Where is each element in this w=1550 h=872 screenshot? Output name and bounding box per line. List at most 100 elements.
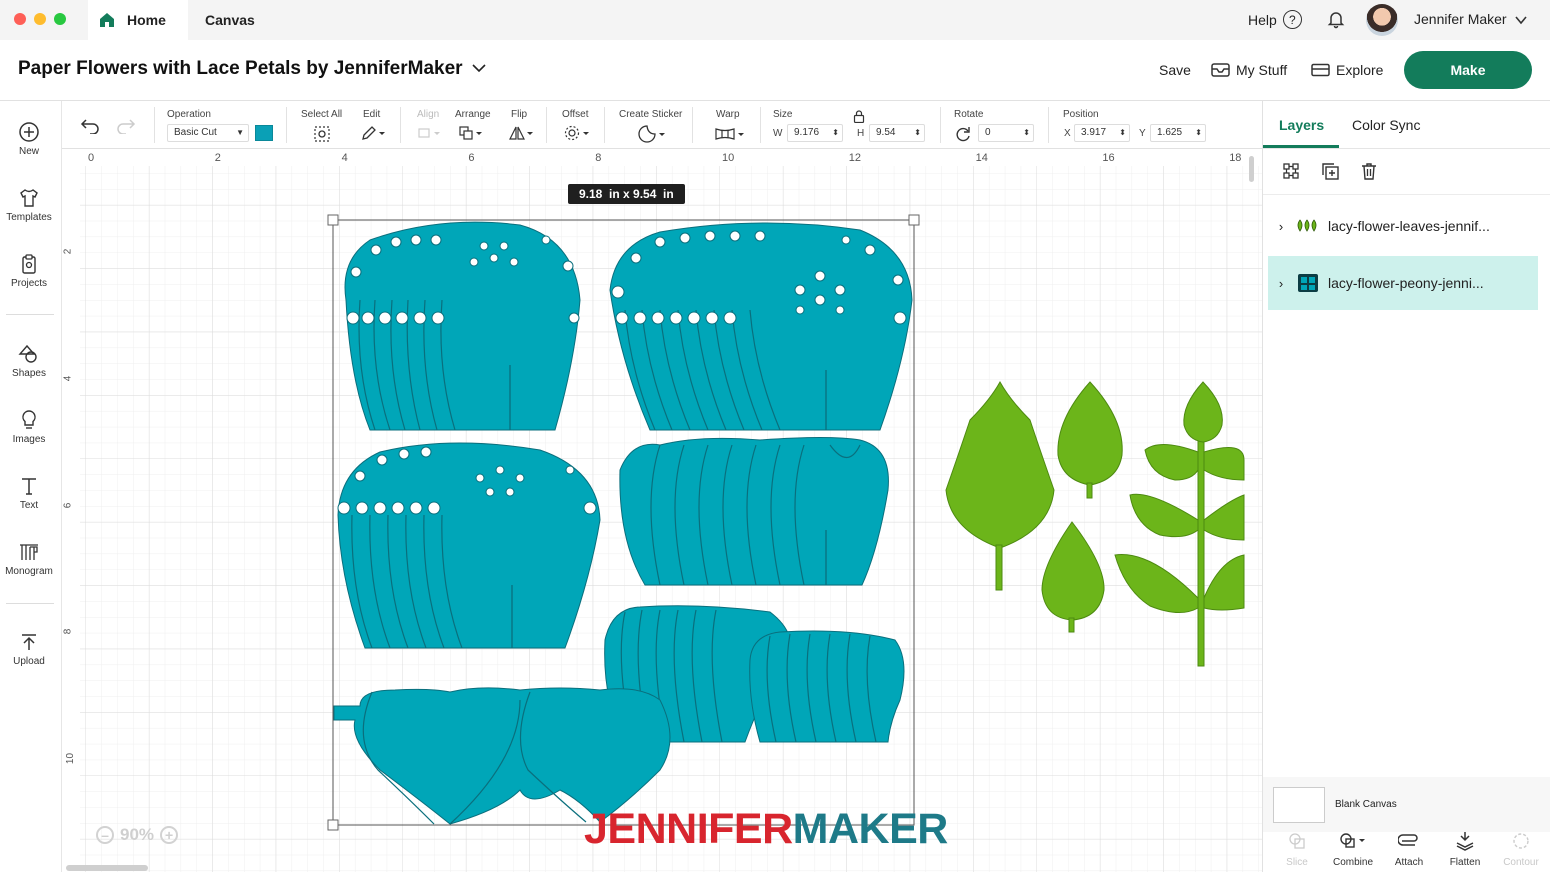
attach-button[interactable]: Attach [1381,829,1437,868]
plus-circle-icon [19,122,39,142]
chevron-right-icon[interactable]: › [1268,276,1294,291]
chevron-right-icon[interactable]: › [1268,219,1294,234]
position-label: Position [1063,109,1099,120]
bell-icon[interactable] [1326,9,1346,29]
leaf-group[interactable] [945,380,1245,667]
blank-canvas-swatch[interactable] [1273,787,1325,823]
width-input[interactable]: 9.176 ⬍ [787,124,843,142]
stepper-icon[interactable]: ⬍ [914,125,921,141]
shapes-icon [18,344,37,363]
height-input[interactable]: 9.54 ⬍ [869,124,925,142]
save-button[interactable]: Save [1159,62,1191,78]
y-label: Y [1139,128,1146,139]
explore-button[interactable]: Explore [1311,62,1383,78]
jennifermaker-watermark: JENNIFERMAKER [584,808,948,851]
upload-button[interactable]: Upload [0,631,58,667]
horizontal-scrollbar[interactable] [66,865,148,871]
flatten-button[interactable]: Flatten [1437,829,1493,868]
layer-name: lacy-flower-peony-jenni... [1328,275,1484,291]
shapes-label: Shapes [12,368,46,379]
width-label: W [773,128,783,139]
home-icon [100,13,114,27]
help-button[interactable]: Help ? [1248,10,1302,29]
templates-button[interactable]: Templates [0,187,58,223]
projects-button[interactable]: Projects [0,253,58,289]
images-button[interactable]: Images [0,409,58,445]
shapes-button[interactable]: Shapes [0,343,58,379]
contour-label: Contour [1503,857,1539,868]
stepper-icon[interactable]: ⬍ [832,125,839,141]
contour-button[interactable]: Contour [1493,829,1549,868]
maximize-window-button[interactable] [54,13,66,25]
lace-petal-group[interactable] [344,221,581,431]
divider [692,107,693,143]
flatten-label: Flatten [1449,857,1481,868]
new-button[interactable]: New [0,121,58,157]
stepper-icon[interactable]: ⬍ [1119,125,1126,141]
petal-group[interactable] [619,437,889,586]
make-button[interactable]: Make [1404,51,1532,89]
attach-label: Attach [1394,857,1424,868]
title-bar: Home Canvas Help ? Jennifer Maker [0,0,1550,40]
operation-color-swatch[interactable] [255,125,273,141]
vertical-scrollbar[interactable] [1249,156,1254,182]
stepper-icon[interactable]: ⬍ [1023,125,1030,141]
monogram-button[interactable]: Monogram [0,541,58,577]
projects-label: Projects [10,278,48,289]
minimize-window-button[interactable] [34,13,46,25]
flip-icon[interactable] [508,125,534,141]
text-label: Text [19,500,39,511]
zoom-out-icon[interactable]: – [96,826,114,844]
divider [604,107,605,143]
combine-button[interactable]: Combine [1325,829,1381,868]
my-stuff-button[interactable]: My Stuff [1211,62,1287,78]
x-input[interactable]: 3.917 ⬍ [1074,124,1130,142]
avatar[interactable] [1366,4,1398,36]
flatten-icon [1456,832,1474,851]
lock-icon[interactable] [853,110,865,123]
heart-petal-group[interactable] [333,687,671,825]
tab-layers[interactable]: Layers [1279,117,1324,133]
layer-row-selected[interactable]: › lacy-flower-peony-jenni... [1268,256,1538,310]
zoom-level: 90% [120,825,155,844]
select-all-icon[interactable] [313,125,331,143]
watermark-left: JENNIFER [584,805,793,853]
flip-label: Flip [511,109,528,120]
x-label: X [1064,128,1071,139]
layer-row[interactable]: › lacy-flower-leaves-jennif... [1268,199,1538,253]
tab-layers-label: Layers [1279,117,1325,133]
y-input[interactable]: 1.625 ⬍ [1150,124,1206,142]
monogram-icon [20,544,38,560]
sticker-icon[interactable] [637,125,667,143]
tab-canvas[interactable]: Canvas [188,0,276,40]
edit-pencil-icon[interactable] [360,125,386,141]
blank-canvas-row[interactable]: Blank Canvas [1263,777,1550,832]
close-window-button[interactable] [14,13,26,25]
project-title-dropdown[interactable]: Paper Flowers with Lace Petals by Jennif… [18,58,486,80]
offset-icon[interactable] [564,125,590,141]
group-icon[interactable] [1281,161,1301,181]
user-name[interactable]: Jennifer Maker [1414,11,1507,27]
undo-icon[interactable] [80,118,100,134]
peony-thumbnail [1298,274,1318,292]
tab-color-sync[interactable]: Color Sync [1352,117,1420,133]
trash-icon[interactable] [1359,161,1379,181]
tab-home[interactable]: Home [88,0,188,40]
explore-label: Explore [1336,62,1384,78]
lace-petal-group[interactable] [337,442,601,649]
zoom-in-icon[interactable]: + [160,826,179,844]
chevron-down-icon[interactable] [1514,13,1528,27]
redo-icon[interactable] [116,118,136,134]
stepper-icon[interactable]: ⬍ [1195,125,1202,141]
rotate-input[interactable]: 0 ⬍ [978,124,1034,142]
lace-petal-group[interactable] [609,222,913,431]
duplicate-icon[interactable] [1320,161,1340,181]
contour-icon [1513,833,1529,849]
operation-select[interactable]: Basic Cut ▼ [167,124,249,142]
text-button[interactable]: Text [0,475,58,511]
arrange-icon[interactable] [458,125,484,141]
monogram-label: Monogram [5,566,53,577]
warp-icon[interactable] [714,126,746,142]
slice-button[interactable]: Slice [1269,829,1325,868]
resize-handle [908,214,920,226]
